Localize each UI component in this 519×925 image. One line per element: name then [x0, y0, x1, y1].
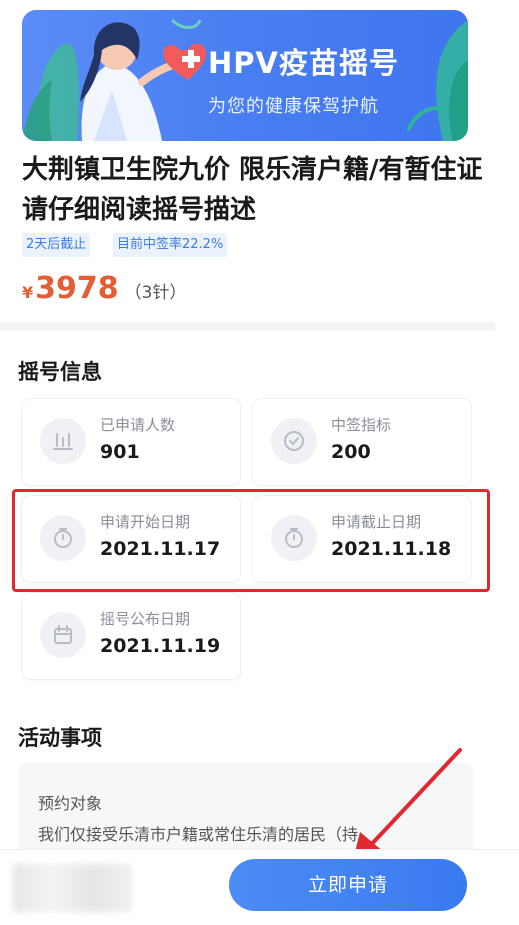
bar-chart-icon: [40, 418, 86, 464]
price-value: 3978: [35, 271, 119, 306]
appointment-target-text: 我们仅接受乐清市户籍或常住乐清的居民（持: [38, 825, 359, 844]
doctor-illustration: [22, 18, 206, 141]
calendar-icon: [40, 612, 86, 658]
highlight-box: [12, 489, 490, 592]
activity-title: 活动事项: [18, 726, 102, 750]
hpv-banner[interactable]: HPV疫苗摇号 为您的健康保驾护航: [22, 10, 468, 141]
card-label: 中签指标: [331, 416, 392, 434]
blurred-content: [12, 864, 132, 912]
banner-title: HPV疫苗摇号: [208, 46, 399, 80]
price-row: ¥3978 （3针）: [22, 271, 186, 306]
card-value: 2021.11.19: [100, 635, 221, 657]
lottery-info-title: 摇号信息: [18, 360, 102, 384]
section-divider: [0, 322, 495, 331]
leaf-decoration: [406, 20, 468, 141]
appointment-target-label: 预约对象: [38, 794, 103, 813]
dose-note: （3针）: [124, 283, 187, 303]
card-value: 901: [100, 441, 140, 463]
apply-button[interactable]: 立即申请: [229, 859, 467, 911]
bottom-bar: 立即申请: [0, 850, 519, 925]
applicants-card: 已申请人数 901: [22, 399, 240, 485]
product-title: 大荆镇卫生院九价 限乐清户籍/有暂住证 请仔细阅读摇号描述: [22, 155, 483, 225]
check-circle-icon: [271, 418, 317, 464]
deadline-tag: 2天后截止: [22, 233, 91, 257]
card-label: 摇号公布日期: [100, 610, 191, 628]
card-label: 已申请人数: [100, 416, 176, 434]
win-rate-tag: 目前中签率22.2%: [113, 233, 228, 257]
quota-card: 中签指标 200: [253, 399, 471, 485]
price-currency: ¥: [22, 283, 34, 302]
card-value: 200: [331, 441, 371, 463]
announce-date-card: 摇号公布日期 2021.11.19: [22, 593, 240, 679]
banner-subtitle: 为您的健康保驾护航: [208, 96, 379, 117]
